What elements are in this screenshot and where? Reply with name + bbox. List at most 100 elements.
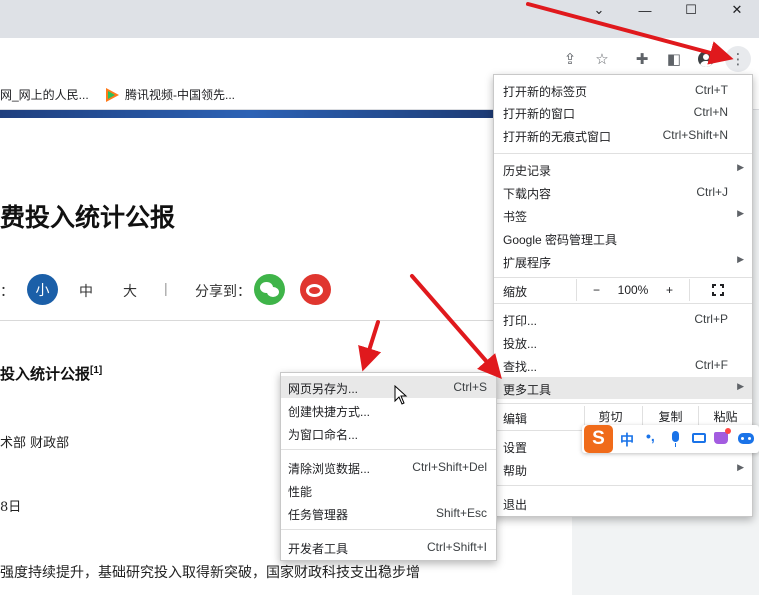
zoom-out-button[interactable]: − [576,279,616,301]
menu-separator [281,449,496,450]
menu-extensions[interactable]: 扩展程序 ▶ [494,250,752,272]
share-icon[interactable]: ⇪ [557,46,583,72]
keyboard-icon[interactable] [692,433,706,443]
department-text: 术部 财政部 [0,436,70,451]
share-label: 分享到： [195,283,251,299]
menu-label: 创建快捷方式... [288,405,371,419]
menu-more-tools[interactable]: 更多工具 ▶ [494,377,752,399]
star-icon[interactable]: ☆ [589,46,615,72]
submenu-create-shortcut[interactable]: 创建快捷方式... [281,399,496,421]
wechat-share-icon[interactable] [254,274,285,305]
menu-find[interactable]: 查找... Ctrl+F [494,354,752,376]
separator: | [164,280,168,296]
maximize-icon[interactable]: ☐ [668,0,714,20]
menu-shortcut: Shift+Esc [435,506,487,520]
menu-new-tab[interactable]: 打开新的标签页 Ctrl+T [494,79,752,101]
menu-print[interactable]: 打印... Ctrl+P [494,308,752,330]
date-text: 8日 [0,500,22,515]
ime-lang-toggle[interactable]: 中 [620,430,634,450]
tencent-video-icon [105,87,119,102]
menu-incognito[interactable]: 打开新的无痕式窗口 Ctrl+Shift+N [494,124,752,146]
assistant-icon[interactable] [738,433,754,444]
weibo-share-icon[interactable] [300,274,331,305]
article-body: 强度持续提升，基础研究投入取得新突破，国家财政科技支出稳步增 [0,564,420,580]
font-large-button[interactable]: 大 [123,281,137,301]
menu-shortcut: Ctrl+Shift+Del [412,460,487,474]
profile-icon[interactable] [693,46,719,72]
menu-label: 打开新的无痕式窗口 [503,130,612,144]
menu-bookmarks[interactable]: 书签 ▶ [494,204,752,226]
article-title: 费投入统计公报 [0,204,176,232]
header-band [0,110,500,118]
menu-label: 退出 [503,498,528,512]
chevron-down-icon[interactable]: ⌄ [576,0,622,20]
close-icon[interactable]: ✕ [714,0,759,20]
menu-label: 缩放 [503,285,528,299]
menu-separator [494,403,752,404]
submenu-performance[interactable]: 性能 [281,479,496,501]
menu-separator [494,277,752,278]
menu-label: 清除浏览数据... [288,462,371,476]
menu-history[interactable]: 历史记录 ▶ [494,158,752,180]
menu-shortcut: Ctrl+Shift+I [426,540,487,554]
menu-cast[interactable]: 投放... [494,331,752,353]
mouse-cursor-icon [394,385,408,405]
menu-label: 性能 [288,485,313,499]
menu-label: 扩展程序 [503,256,552,270]
chevron-right-icon: ▶ [737,381,744,391]
ime-toolbar: S 中 •, [582,425,759,453]
menu-shortcut: Ctrl+T [695,83,728,97]
menu-label: 打开新的标签页 [503,85,588,99]
submenu-save-page-as[interactable]: 网页另存为... Ctrl+S [281,376,496,398]
menu-exit[interactable]: 退出 [494,492,752,514]
bookmark-label: 腾讯视频-中国领先... [125,88,235,102]
menu-label: 历史记录 [503,164,552,178]
menu-separator [494,303,752,304]
menu-shortcut: Ctrl+Shift+N [662,128,728,142]
chevron-right-icon: ▶ [737,208,744,218]
chevron-right-icon: ▶ [737,462,744,472]
skin-icon[interactable] [714,432,728,444]
side-panel-icon[interactable]: ◧ [661,46,687,72]
submenu-name-window[interactable]: 为窗口命名... [281,422,496,444]
menu-new-window[interactable]: 打开新的窗口 Ctrl+N [494,101,752,123]
ime-punct-toggle[interactable]: •, [646,428,655,444]
menu-label: 设置 [503,441,528,455]
minimize-icon[interactable]: — [622,0,668,20]
zoom-in-button[interactable]: + [650,279,690,301]
menu-label: Google 密码管理工具 [503,233,618,247]
menu-shortcut: Ctrl+F [695,358,728,372]
more-tools-submenu: 网页另存为... Ctrl+S 创建快捷方式... 为窗口命名... 清除浏览数… [280,372,497,561]
submenu-devtools[interactable]: 开发者工具 Ctrl+Shift+I [281,536,496,558]
bookmark-item[interactable]: 腾讯视频-中国领先... [105,86,235,103]
menu-separator [494,153,752,154]
menu-separator [281,529,496,530]
bookmark-label: 网_网上的人民... [0,88,89,102]
sogou-logo-icon[interactable]: S [584,425,613,453]
menu-label: 书签 [503,210,528,224]
menu-password-manager[interactable]: Google 密码管理工具 [494,227,752,249]
chevron-right-icon: ▶ [737,254,744,264]
font-small-button[interactable]: 小 [27,274,58,305]
menu-label: 投放... [503,337,538,351]
bookmark-item[interactable]: 网_网上的人民... [0,86,89,103]
kebab-menu-icon[interactable]: ⋮ [725,46,751,72]
menu-label: 帮助 [503,464,528,478]
microphone-icon[interactable] [672,431,679,447]
chevron-right-icon: ▶ [737,162,744,172]
browser-toolbar: ⇪ ☆ ✚ ◧ ⋮ [0,38,759,78]
menu-label: 编辑 [503,412,528,426]
subtitle-text: 投入统计公报 [0,366,91,383]
menu-separator [494,485,752,486]
font-medium-button[interactable]: 中 [79,281,93,301]
menu-label: 任务管理器 [288,508,349,522]
menu-downloads[interactable]: 下载内容 Ctrl+J [494,181,752,203]
submenu-clear-data[interactable]: 清除浏览数据... Ctrl+Shift+Del [281,456,496,478]
menu-zoom-row: 缩放 − 100% + [494,279,752,301]
footnote-link[interactable]: [1] [90,365,102,376]
fullscreen-icon[interactable] [712,284,724,296]
extensions-icon[interactable]: ✚ [629,46,655,72]
notification-dot [725,428,731,434]
menu-help[interactable]: 帮助 ▶ [494,458,752,480]
submenu-task-manager[interactable]: 任务管理器 Shift+Esc [281,502,496,524]
